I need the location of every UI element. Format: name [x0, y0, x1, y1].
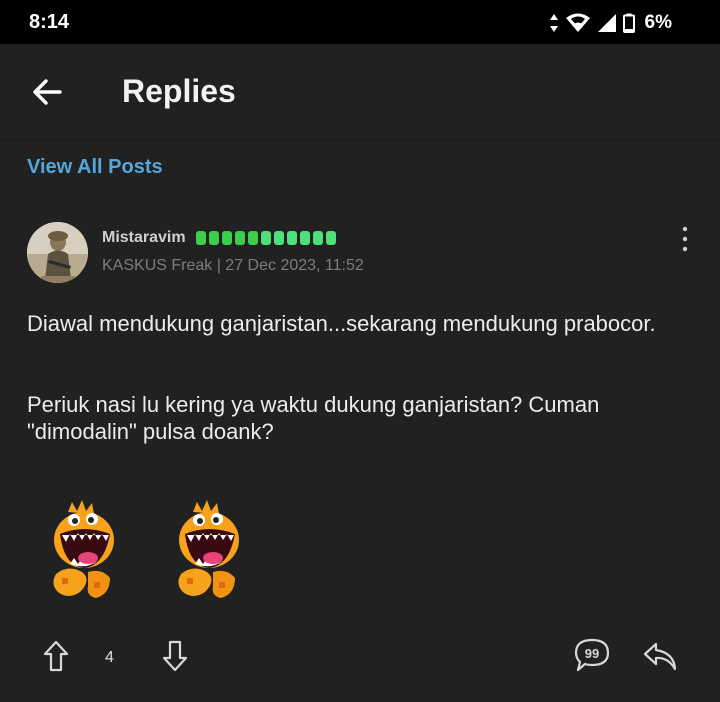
rank-dot	[274, 231, 284, 245]
app-bar: Replies	[0, 44, 720, 141]
rank-indicator	[196, 231, 336, 245]
rank-dot	[248, 231, 258, 245]
post-header: Mistaravim KASKUS Freak | 27 Dec 2023, 1…	[27, 222, 697, 284]
status-icons: 6%	[549, 12, 672, 34]
reply-icon[interactable]	[642, 639, 678, 673]
svg-text:99: 99	[585, 646, 599, 661]
rank-dot	[326, 231, 336, 245]
vote-count: 4	[105, 649, 114, 666]
downvote-icon[interactable]	[161, 639, 189, 673]
username[interactable]: Mistaravim	[102, 229, 186, 247]
rank-dot	[235, 231, 245, 245]
rank-dot	[261, 231, 271, 245]
upvote-icon[interactable]	[42, 639, 70, 673]
more-options-icon[interactable]	[673, 224, 697, 254]
post-paragraph: Periuk nasi lu kering ya waktu dukung ga…	[27, 392, 600, 444]
rank-dot	[209, 231, 219, 245]
page-title: Replies	[122, 73, 236, 109]
laughing-monster-emoticon	[53, 500, 114, 598]
avatar[interactable]	[27, 222, 88, 283]
view-all-posts-link[interactable]: View All Posts	[27, 156, 163, 179]
post-meta: KASKUS Freak | 27 Dec 2023, 11:52	[102, 257, 364, 274]
rank-dot	[313, 231, 323, 245]
data-arrows-icon	[549, 14, 558, 32]
rank-dot	[196, 231, 206, 245]
rank-dot	[287, 231, 297, 245]
laughing-monster-emoticon	[178, 500, 239, 598]
quote-icon[interactable]: 99	[573, 637, 611, 673]
rank-dot	[300, 231, 310, 245]
back-arrow-icon[interactable]	[28, 72, 68, 112]
rank-dot	[222, 231, 232, 245]
battery-icon	[622, 13, 635, 33]
wifi-icon	[565, 13, 590, 32]
battery-percent: 6%	[644, 12, 672, 33]
status-time: 8:14	[29, 11, 70, 33]
signal-icon	[597, 14, 616, 32]
post-paragraph: Diawal mendukung ganjaristan...sekarang …	[27, 311, 656, 336]
status-bar: 8:14 6%	[0, 0, 720, 44]
post-action-bar: 4 99	[0, 635, 720, 685]
